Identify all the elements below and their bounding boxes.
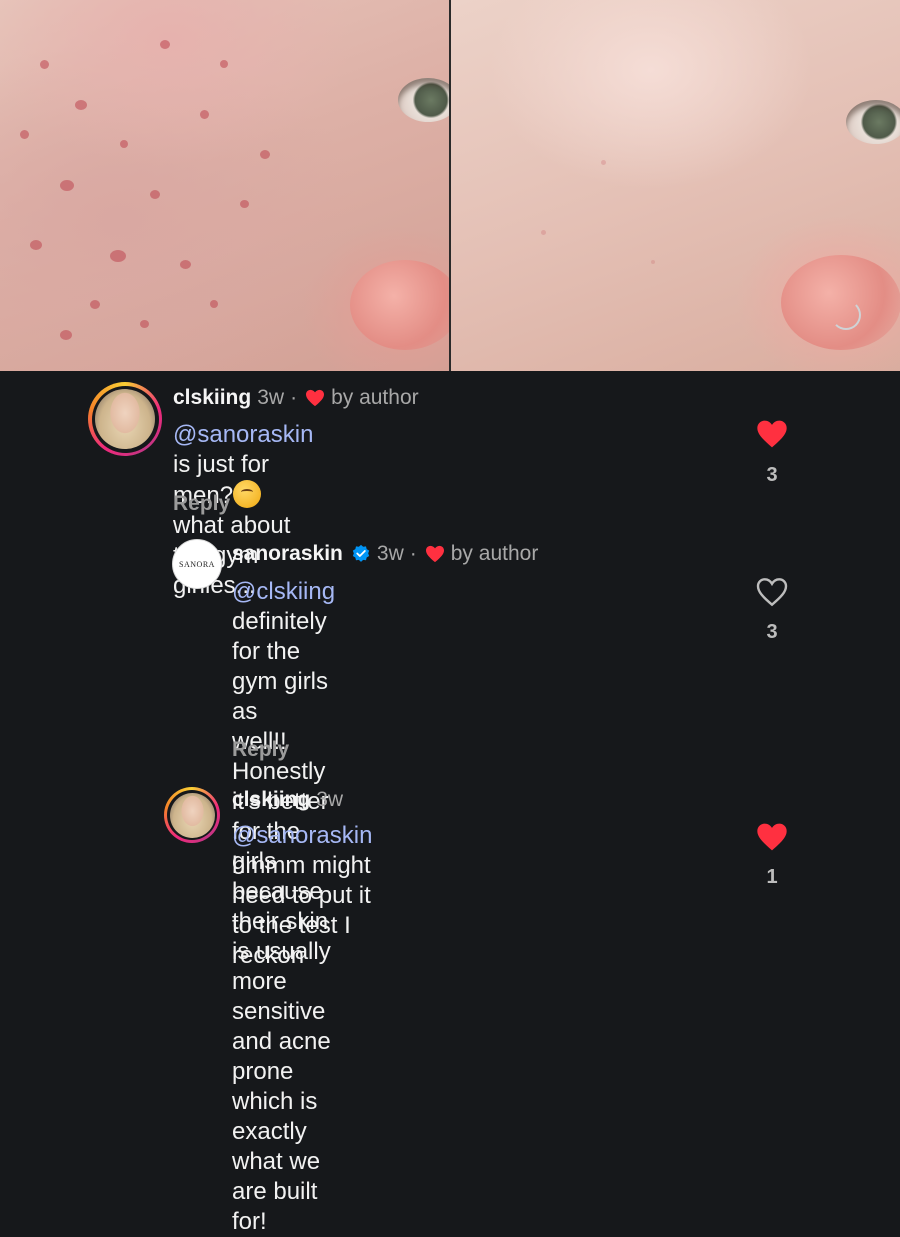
heart-icon — [425, 545, 444, 563]
comment-text-line: hmmm might need to put it — [232, 852, 371, 909]
avatar[interactable] — [164, 787, 220, 843]
separator-dot: · — [409, 542, 417, 565]
comment-time: 3w — [316, 788, 344, 811]
like-button[interactable] — [756, 822, 788, 852]
like-count: 3 — [766, 464, 778, 486]
heart-filled-icon — [757, 823, 787, 851]
thinking-face-emoji-icon — [233, 480, 262, 508]
comment-text-line: definitely for the gym girls as — [232, 608, 329, 725]
comment-username[interactable]: clskiing — [173, 386, 251, 410]
avatar[interactable] — [88, 382, 162, 456]
liked-by-author-label: by author — [450, 542, 539, 565]
heart-outline-icon — [756, 578, 788, 607]
mention-link[interactable]: @sanoraskin — [173, 421, 313, 448]
mention-link[interactable]: @clskiing — [232, 578, 335, 605]
before-photo — [0, 0, 449, 371]
comment-text-line: sensitive and acne prone which is — [232, 998, 331, 1115]
comment-text-line: exactly what we are built for! — [232, 1118, 321, 1235]
like-button[interactable] — [756, 419, 788, 449]
verified-badge-icon — [352, 544, 370, 562]
heart-filled-icon — [757, 420, 787, 448]
avatar[interactable]: SANORA — [172, 539, 222, 589]
like-button[interactable] — [756, 577, 788, 607]
liked-by-author-label: by author — [331, 386, 419, 409]
mention-link[interactable]: @sanoraskin — [232, 822, 372, 849]
comment-username[interactable]: clskiing — [232, 788, 310, 812]
like-count: 3 — [766, 621, 778, 643]
comment-time: 3w — [257, 386, 285, 409]
comment-text: @sanoraskin hmmm might need to put it to… — [232, 821, 372, 971]
brand-logo-text: SANORA — [179, 559, 215, 569]
like-count: 1 — [766, 866, 778, 888]
reply-button[interactable]: Reply — [232, 738, 289, 762]
comment-text-line: to the test I reckon — [232, 912, 351, 969]
after-photo — [449, 0, 900, 371]
before-after-photo — [0, 0, 900, 371]
reply-button[interactable]: Reply — [173, 492, 230, 516]
comment-username[interactable]: sanoraskin — [232, 542, 343, 566]
separator-dot: · — [290, 386, 298, 409]
comment-time: 3w — [376, 542, 404, 565]
heart-icon — [306, 389, 325, 407]
